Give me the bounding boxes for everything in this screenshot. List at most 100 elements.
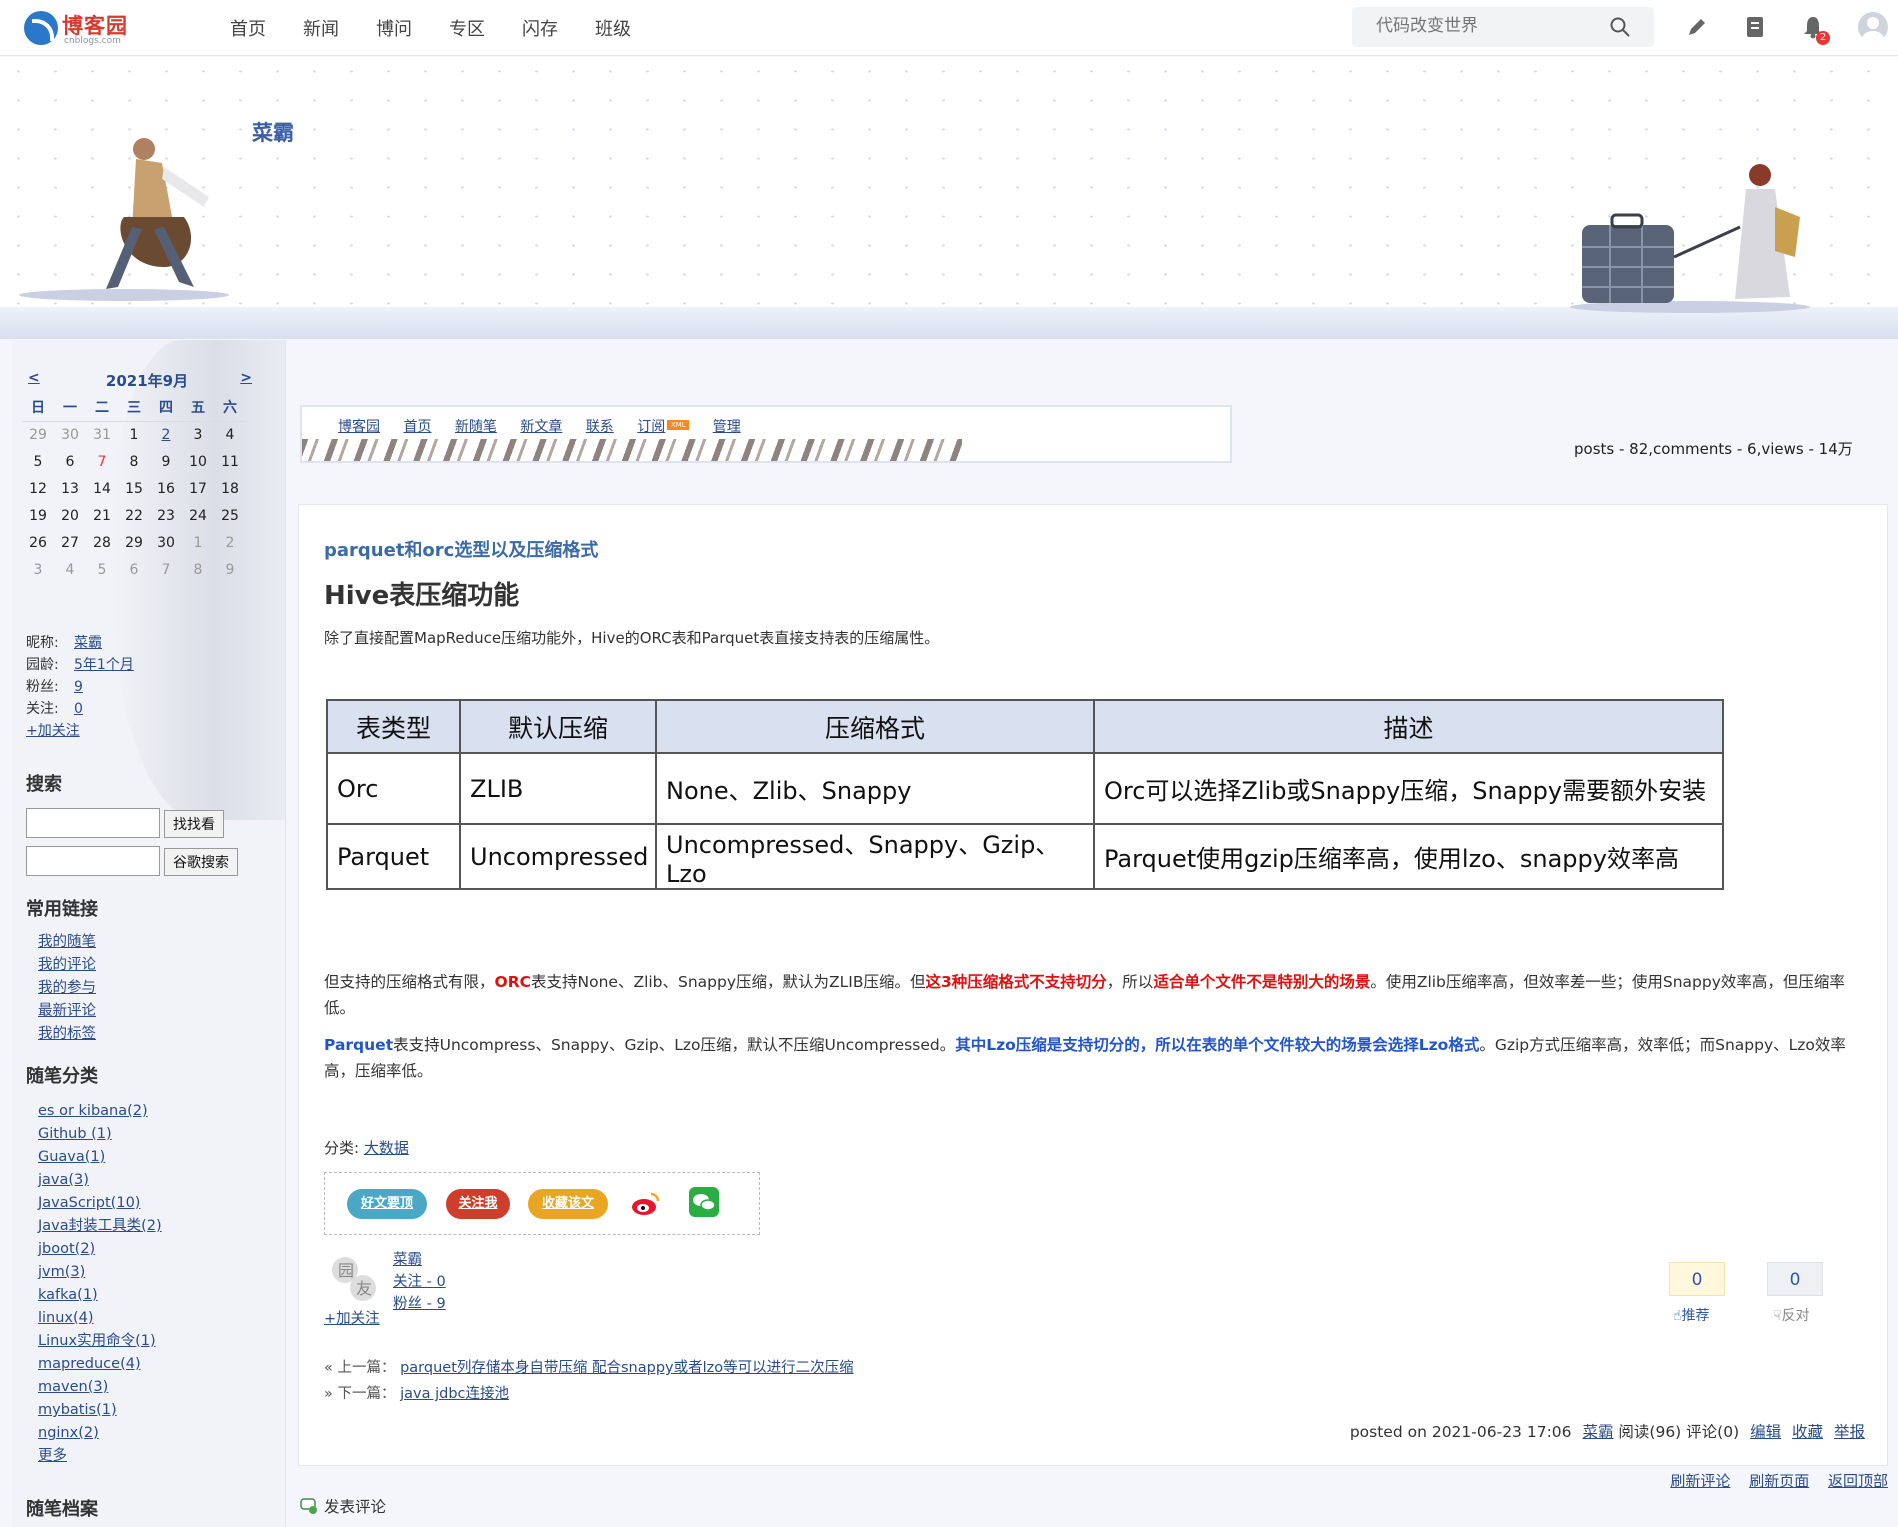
- calendar-week: 19 20 21 22 23 24 25: [22, 502, 246, 529]
- category-link[interactable]: 大数据: [364, 1139, 409, 1157]
- nav-qa[interactable]: 博问: [376, 15, 449, 41]
- nav-news[interactable]: 新闻: [303, 15, 376, 41]
- calendar-week: 5 6 7 8 9 10 11: [22, 448, 246, 475]
- xml-feed-icon: XML: [667, 420, 690, 430]
- blognav-admin[interactable]: 管理: [713, 419, 741, 435]
- text: 但支持的压缩格式有限，: [324, 973, 495, 991]
- category-link[interactable]: nginx(2): [38, 1425, 99, 1441]
- calendar-day: 6: [65, 453, 75, 470]
- blognav-new-article[interactable]: 新文章: [520, 419, 562, 435]
- nav-zone[interactable]: 专区: [449, 15, 522, 41]
- link-my-participation[interactable]: 我的参与: [38, 980, 96, 996]
- post-paragraph-orc: 但支持的压缩格式有限，ORC表支持None、Zlib、Snappy压缩，默认为Z…: [324, 969, 1864, 1021]
- calendar-day: 3: [193, 426, 203, 443]
- author-add-follow-link[interactable]: +加关注: [324, 1307, 380, 1328]
- archive-section-title: 随笔档案: [26, 1499, 98, 1520]
- calendar-today: 7: [97, 453, 107, 470]
- author-name-link[interactable]: 菜霸: [393, 1252, 422, 1268]
- category-link[interactable]: JavaScript(10): [38, 1195, 140, 1211]
- user-avatar[interactable]: [1858, 12, 1888, 42]
- follow-me-button[interactable]: 关注我: [446, 1189, 510, 1219]
- calendar-day: 29: [125, 534, 143, 551]
- category-link[interactable]: Github (1): [38, 1126, 112, 1142]
- table-header: 描述: [1093, 699, 1724, 754]
- author-fans-link[interactable]: 粉丝 - 9: [393, 1296, 446, 1312]
- document-icon[interactable]: [1742, 14, 1768, 40]
- report-link[interactable]: 举报: [1834, 1423, 1865, 1441]
- blog-title[interactable]: 菜霸: [252, 117, 294, 147]
- highlight-small-files: 适合单个文件不是特别大的场景: [1153, 973, 1371, 991]
- calendar-day-link[interactable]: 2: [150, 421, 182, 448]
- follow-link[interactable]: 0: [74, 701, 83, 717]
- blog-search-input[interactable]: [26, 808, 160, 838]
- category-link[interactable]: Guava(1): [38, 1149, 105, 1165]
- category-link[interactable]: es or kibana(2): [38, 1103, 148, 1119]
- blognav-contact[interactable]: 联系: [586, 419, 614, 435]
- footer-author-link[interactable]: 菜霸: [1582, 1423, 1613, 1441]
- bury-button[interactable]: ☟反对: [1773, 1305, 1810, 1325]
- bury-count[interactable]: 0: [1767, 1262, 1823, 1296]
- category-link[interactable]: maven(3): [38, 1379, 108, 1395]
- link-my-posts[interactable]: 我的随笔: [38, 934, 96, 950]
- category-link[interactable]: linux(4): [38, 1310, 94, 1326]
- digg-count[interactable]: 0: [1669, 1262, 1725, 1296]
- prev-post-link[interactable]: parquet列存储本身自带压缩 配合snappy或者lzo等可以进行二次压缩: [400, 1360, 854, 1376]
- refresh-comments-link[interactable]: 刷新评论: [1670, 1472, 1730, 1490]
- nav-flash[interactable]: 闪存: [522, 15, 595, 41]
- search-button[interactable]: 找找看: [164, 810, 224, 838]
- google-search-button[interactable]: 谷歌搜索: [164, 848, 238, 876]
- category-label: 分类:: [324, 1139, 364, 1157]
- favorite-link[interactable]: 收藏: [1792, 1423, 1823, 1441]
- weibo-icon[interactable]: [631, 1191, 661, 1217]
- list-item: jboot(2): [38, 1238, 162, 1261]
- refresh-page-link[interactable]: 刷新页面: [1749, 1472, 1809, 1490]
- category-link[interactable]: java(3): [38, 1172, 89, 1188]
- link-my-comments[interactable]: 我的评论: [38, 957, 96, 973]
- calendar-day: 3: [33, 561, 43, 578]
- google-search-input[interactable]: [26, 846, 160, 876]
- category-link[interactable]: mapreduce(4): [38, 1356, 141, 1372]
- site-logo[interactable]: 博客园 cnblogs.com: [24, 9, 134, 47]
- blognav-cnblogs[interactable]: 博客园: [338, 419, 380, 435]
- link-latest-comments[interactable]: 最新评论: [38, 1003, 96, 1019]
- next-label: » 下一篇：: [324, 1386, 396, 1402]
- calendar-day: 19: [29, 507, 47, 524]
- table-cell: Parquet使用gzip压缩率高，使用lzo、snappy效率高: [1093, 823, 1724, 890]
- back-to-top-link[interactable]: 返回顶部: [1828, 1472, 1888, 1490]
- fans-link[interactable]: 9: [74, 679, 83, 695]
- author-follow-link[interactable]: 关注 - 0: [393, 1274, 446, 1290]
- age-link[interactable]: 5年1个月: [74, 657, 134, 673]
- category-link[interactable]: Linux实用命令(1): [38, 1333, 156, 1349]
- nav-class[interactable]: 班级: [595, 15, 668, 41]
- next-post-link[interactable]: java jdbc连接池: [400, 1386, 509, 1402]
- link-my-tags[interactable]: 我的标签: [38, 1026, 96, 1042]
- search-input[interactable]: [1376, 16, 1596, 36]
- category-link[interactable]: kafka(1): [38, 1287, 98, 1303]
- list-item: 更多: [38, 1445, 162, 1468]
- digg-button[interactable]: ☝推荐: [1673, 1305, 1710, 1325]
- calendar-next-button[interactable]: >: [240, 370, 252, 386]
- nickname-link[interactable]: 菜霸: [74, 635, 102, 651]
- add-follow-link[interactable]: +加关注: [26, 723, 80, 739]
- favorite-button[interactable]: 收藏该文: [528, 1189, 608, 1219]
- category-link[interactable]: Java封装工具类(2): [38, 1218, 162, 1234]
- subscribe-label: 订阅: [637, 419, 666, 435]
- wechat-icon[interactable]: [689, 1187, 719, 1217]
- category-link[interactable]: jboot(2): [38, 1241, 95, 1257]
- table-cell: Orc: [326, 752, 461, 825]
- author-avatar[interactable]: 园友: [329, 1254, 379, 1304]
- good-post-button[interactable]: 好文要顶: [347, 1189, 427, 1219]
- nav-home[interactable]: 首页: [230, 15, 303, 41]
- blognav-home[interactable]: 首页: [403, 419, 431, 435]
- category-link[interactable]: jvm(3): [38, 1264, 85, 1280]
- blognav-subscribe[interactable]: 订阅 XML: [637, 419, 690, 435]
- search-icon[interactable]: [1610, 17, 1630, 37]
- table-header-row: 表类型 默认压缩 压缩格式 描述: [326, 699, 1724, 754]
- category-more-link[interactable]: 更多: [38, 1448, 67, 1464]
- blognav-new-post[interactable]: 新随笔: [455, 419, 497, 435]
- share-box: 好文要顶 关注我 收藏该文: [324, 1172, 760, 1235]
- category-link[interactable]: mybatis(1): [38, 1402, 117, 1418]
- post-title[interactable]: parquet和orc选型以及压缩格式: [324, 536, 598, 562]
- edit-link[interactable]: 编辑: [1750, 1423, 1781, 1441]
- pencil-icon[interactable]: [1684, 14, 1710, 40]
